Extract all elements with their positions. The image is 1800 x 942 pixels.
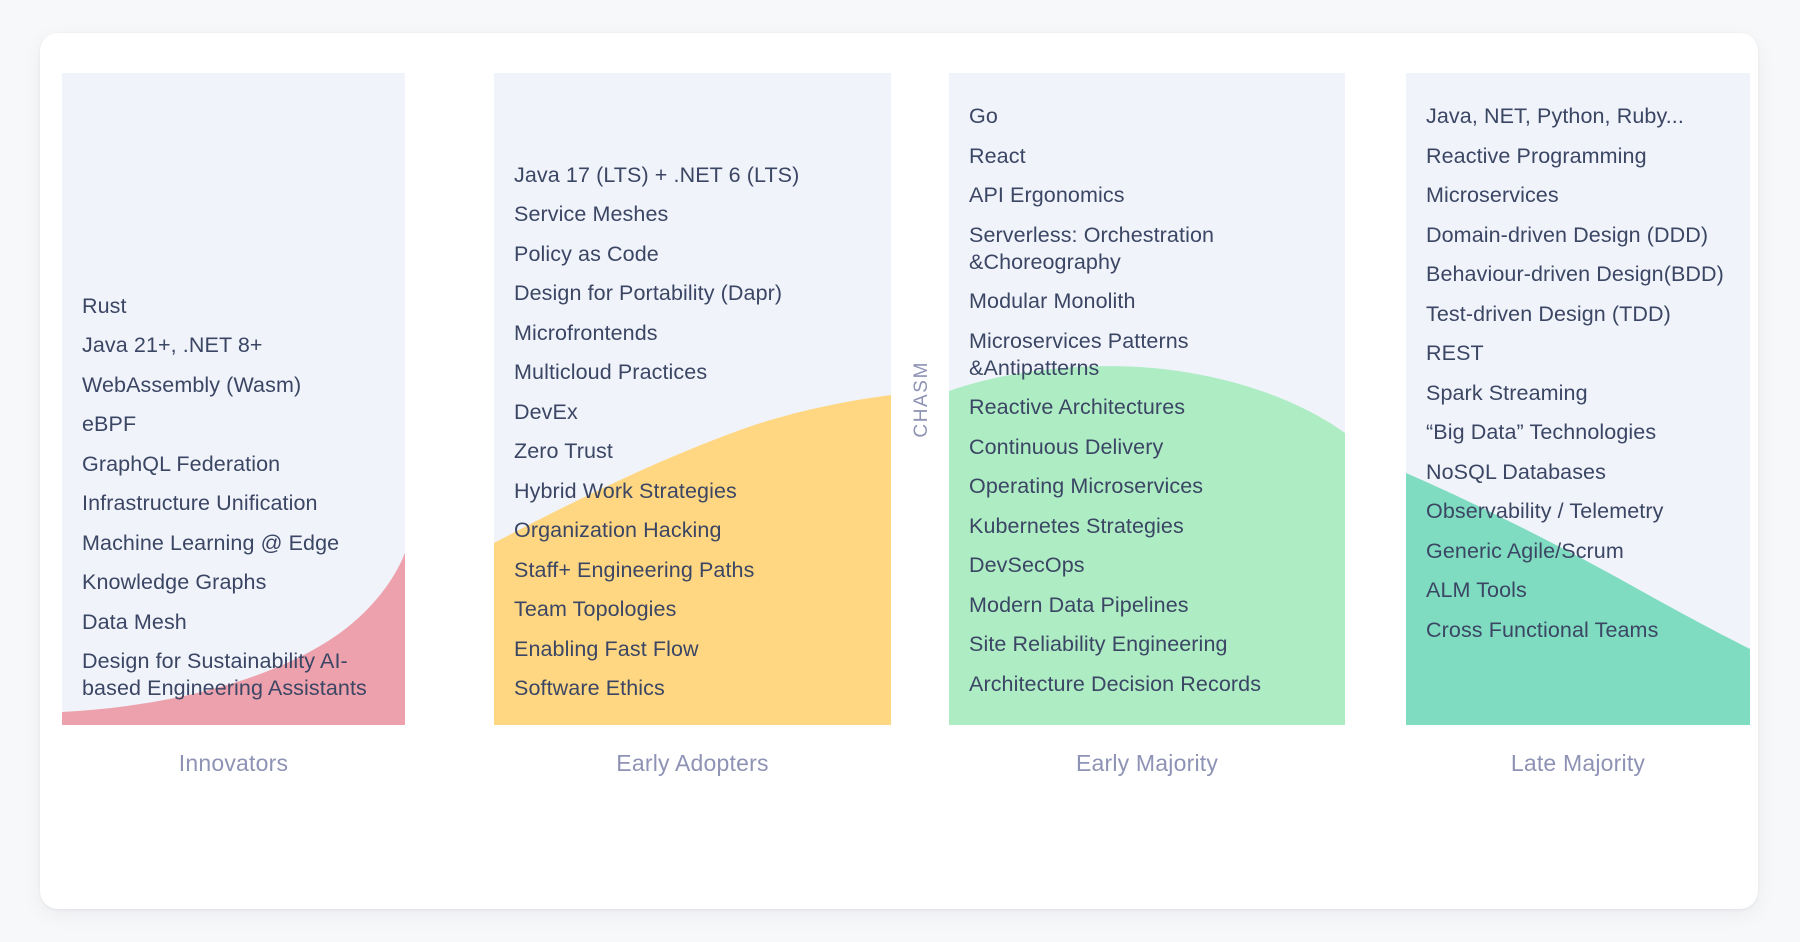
list-item[interactable]: Knowledge Graphs [82, 569, 385, 596]
chasm-label: CHASM [911, 360, 932, 438]
category-label-early-adopters: Early Adopters [616, 750, 769, 776]
list-item[interactable]: Serverless: Orchestration &Choreography [969, 222, 1325, 276]
list-item[interactable]: Modern Data Pipelines [969, 592, 1325, 619]
list-item[interactable]: Kubernetes Strategies [969, 513, 1325, 540]
list-item[interactable]: Site Reliability Engineering [969, 631, 1325, 658]
list-item[interactable]: WebAssembly (Wasm) [82, 372, 385, 399]
list-item[interactable]: ALM Tools [1426, 577, 1730, 604]
item-list-innovators: Rust Java 21+, .NET 8+ WebAssembly (Wasm… [62, 73, 405, 725]
list-item[interactable]: Infrastructure Unification [82, 490, 385, 517]
list-item[interactable]: DevEx [514, 399, 871, 426]
list-item[interactable]: Domain-driven Design (DDD) [1426, 222, 1730, 249]
list-item[interactable]: API Ergonomics [969, 182, 1325, 209]
list-item[interactable]: Go [969, 103, 1325, 130]
list-item[interactable]: Zero Trust [514, 438, 871, 465]
list-item[interactable]: Data Mesh [82, 609, 385, 636]
category-label-early-majority: Early Majority [1075, 750, 1219, 776]
list-item[interactable]: Machine Learning @ Edge [82, 530, 385, 557]
item-list-early-adopters: Java 17 (LTS) + .NET 6 (LTS) Service Mes… [494, 73, 891, 725]
list-item[interactable]: Reactive Programming [1426, 143, 1730, 170]
list-item[interactable]: Spark Streaming [1426, 380, 1730, 407]
list-item[interactable]: Staff+ Engineering Paths [514, 557, 871, 584]
list-item[interactable]: Enabling Fast Flow [514, 636, 871, 663]
list-item[interactable]: Organization Hacking [514, 517, 871, 544]
list-item[interactable]: eBPF [82, 411, 385, 438]
item-list-late-majority: Java, NET, Python, Ruby... Reactive Prog… [1406, 73, 1750, 725]
list-item[interactable]: Design for Portability (Dapr) [514, 280, 871, 307]
list-item[interactable]: React [969, 143, 1325, 170]
list-item[interactable]: Microservices [1426, 182, 1730, 209]
list-item[interactable]: Java 17 (LTS) + .NET 6 (LTS) [514, 162, 871, 189]
list-item[interactable]: Team Topologies [514, 596, 871, 623]
list-item[interactable]: Test-driven Design (TDD) [1426, 301, 1730, 328]
column-innovators: Rust Java 21+, .NET 8+ WebAssembly (Wasm… [62, 73, 405, 725]
list-item[interactable]: “Big Data” Technologies [1426, 419, 1730, 446]
list-item[interactable]: Rust [82, 293, 385, 320]
column-early-majority: Go React API Ergonomics Serverless: Orch… [949, 73, 1345, 725]
list-item[interactable]: Reactive Architectures [969, 394, 1325, 421]
list-item[interactable]: Java 21+, .NET 8+ [82, 332, 385, 359]
list-item[interactable]: Architecture Decision Records [969, 671, 1325, 698]
list-item[interactable]: Java, NET, Python, Ruby... [1426, 103, 1730, 130]
list-item[interactable]: REST [1426, 340, 1730, 367]
list-item[interactable]: GraphQL Federation [82, 451, 385, 478]
category-label-innovators: Innovators [178, 750, 289, 776]
chasm-divider: CHASM [895, 73, 949, 725]
diagram-root: Rust Java 21+, .NET 8+ WebAssembly (Wasm… [0, 0, 1800, 942]
list-item[interactable]: Hybrid Work Strategies [514, 478, 871, 505]
column-early-adopters: Java 17 (LTS) + .NET 6 (LTS) Service Mes… [494, 73, 891, 725]
diagram-card: Rust Java 21+, .NET 8+ WebAssembly (Wasm… [40, 33, 1758, 909]
column-late-majority: Java, NET, Python, Ruby... Reactive Prog… [1406, 73, 1750, 725]
list-item[interactable]: DevSecOps [969, 552, 1325, 579]
list-item[interactable]: Microfrontends [514, 320, 871, 347]
list-item[interactable]: Observability / Telemetry [1426, 498, 1730, 525]
list-item[interactable]: Microservices Patterns &Antipatterns [969, 328, 1325, 382]
category-label-late-majority: Late Majority [1510, 750, 1646, 776]
list-item[interactable]: Operating Microservices [969, 473, 1325, 500]
list-item[interactable]: Software Ethics [514, 675, 871, 702]
list-item[interactable]: Continuous Delivery [969, 434, 1325, 461]
list-item[interactable]: Design for Sustainability AI-based Engin… [82, 648, 385, 702]
list-item[interactable]: Multicloud Practices [514, 359, 871, 386]
list-item[interactable]: Cross Functional Teams [1426, 617, 1730, 644]
list-item[interactable]: Service Meshes [514, 201, 871, 228]
list-item[interactable]: NoSQL Databases [1426, 459, 1730, 486]
list-item[interactable]: Modular Monolith [969, 288, 1325, 315]
list-item[interactable]: Policy as Code [514, 241, 871, 268]
item-list-early-majority: Go React API Ergonomics Serverless: Orch… [949, 73, 1345, 725]
list-item[interactable]: Behaviour-driven Design(BDD) [1426, 261, 1730, 288]
list-item[interactable]: Generic Agile/Scrum [1426, 538, 1730, 565]
adoption-columns: Rust Java 21+, .NET 8+ WebAssembly (Wasm… [40, 33, 1758, 909]
